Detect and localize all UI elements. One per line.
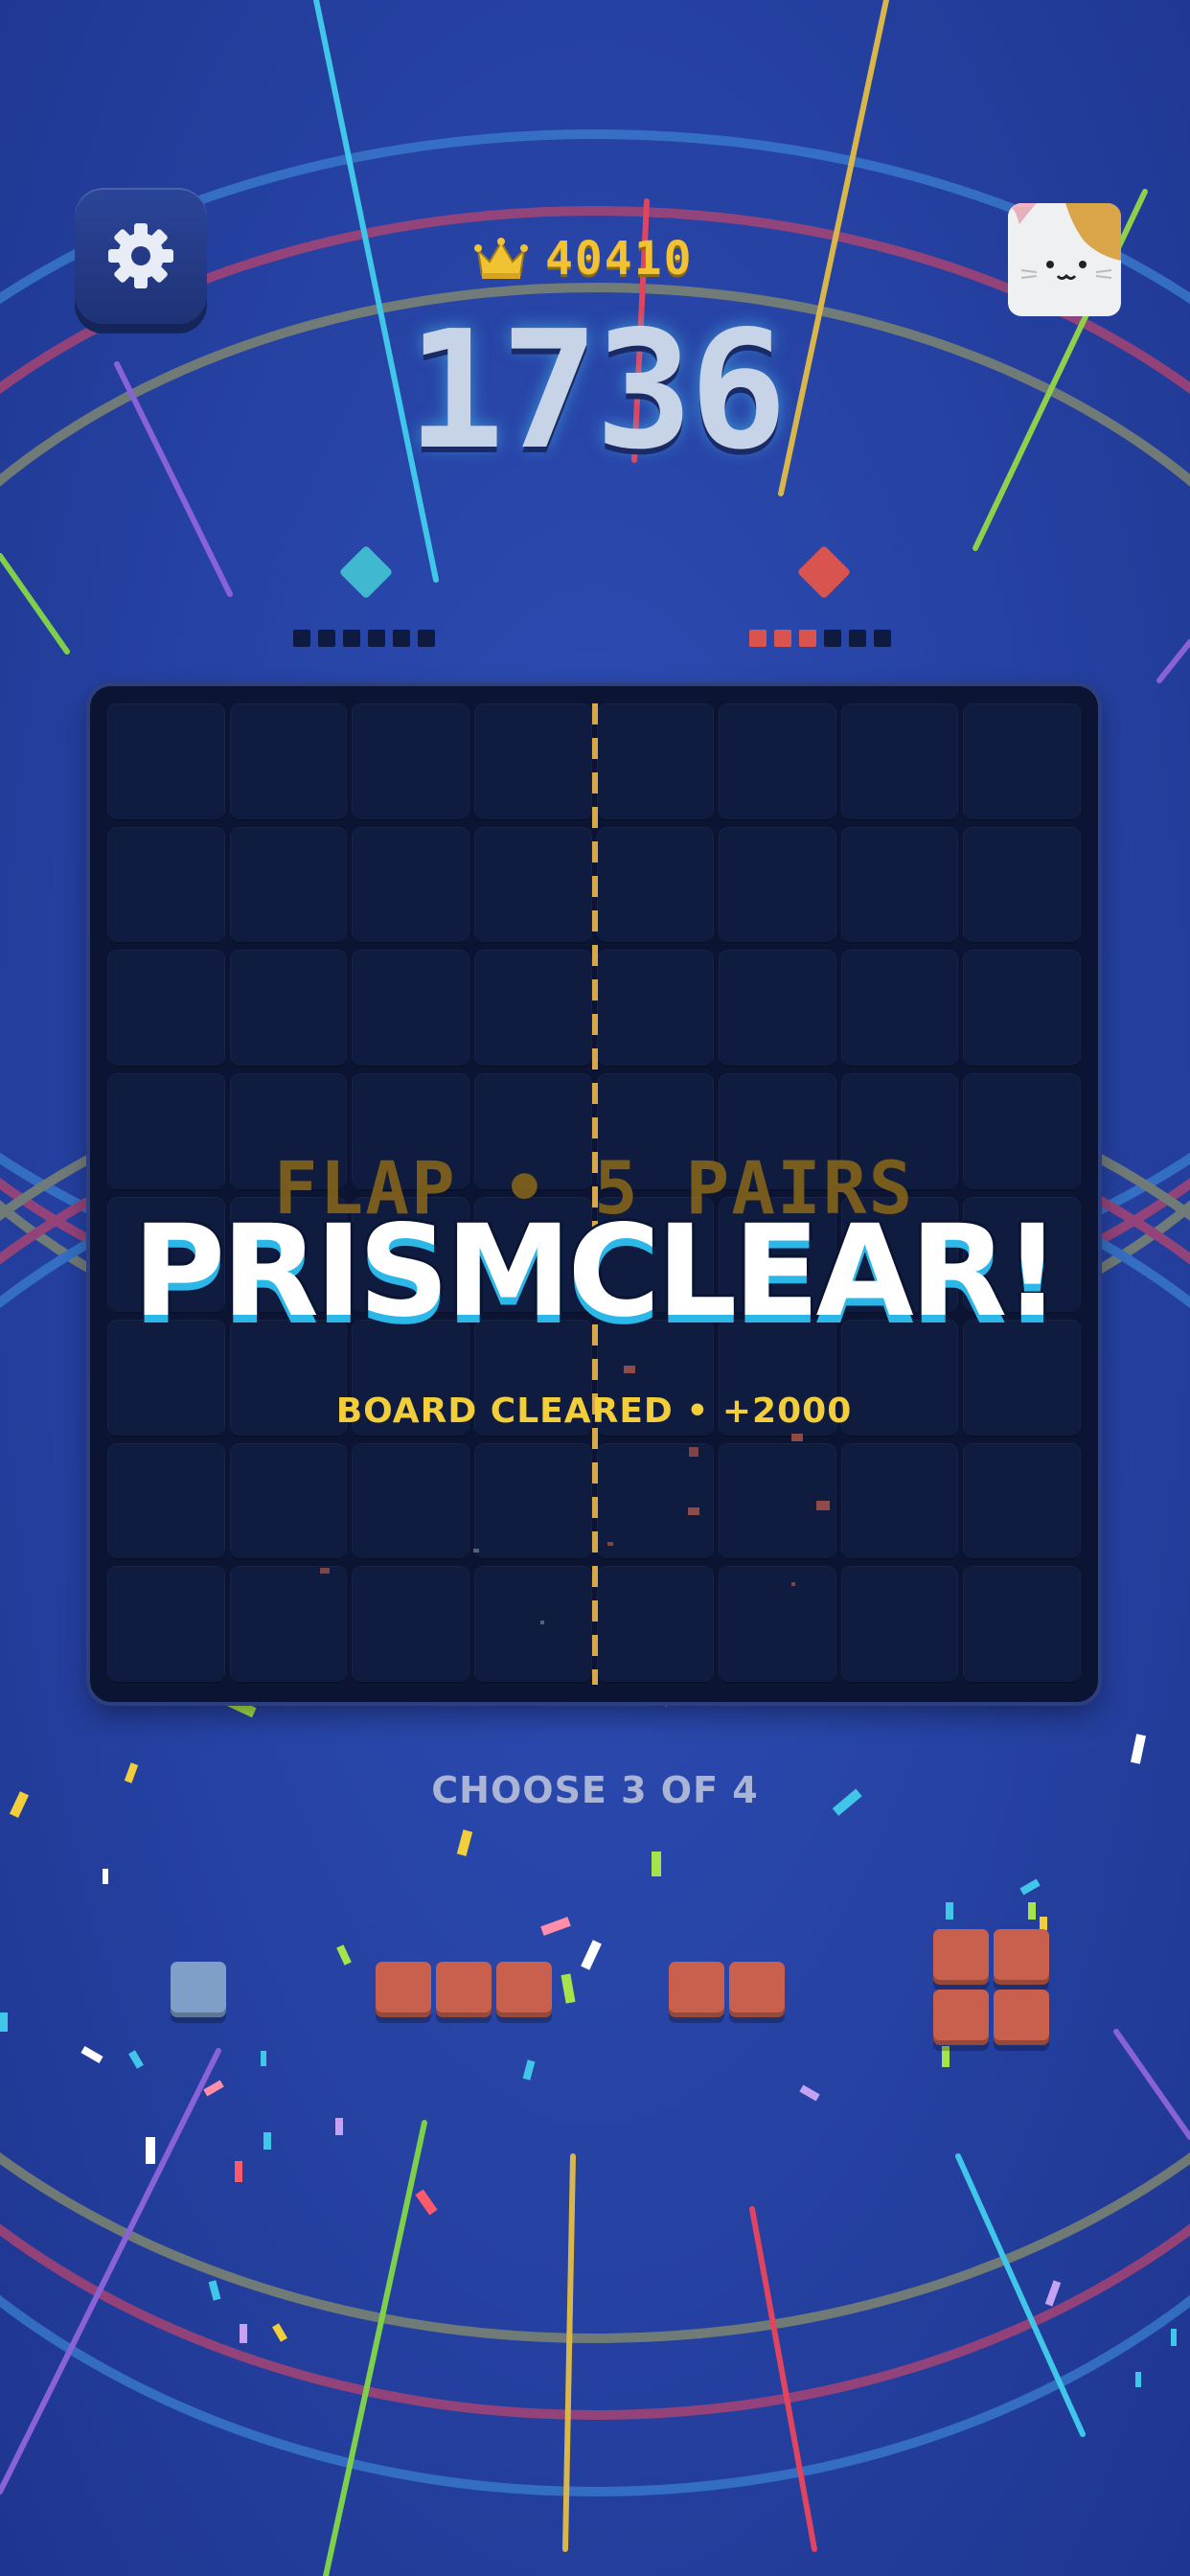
piece-block bbox=[933, 1929, 989, 1985]
progress-dot bbox=[824, 630, 841, 647]
board-cleared-bonus: BOARD CLEARED • +2000 bbox=[335, 1392, 853, 1431]
progress-dot bbox=[343, 630, 360, 647]
piece-block bbox=[994, 1990, 1049, 2045]
progress-dot bbox=[368, 630, 385, 647]
settings-button[interactable] bbox=[75, 188, 207, 324]
progress-dot bbox=[774, 630, 791, 647]
progress-dot bbox=[874, 630, 891, 647]
progress-dot bbox=[318, 630, 335, 647]
progress-dot bbox=[749, 630, 767, 647]
piece-block bbox=[171, 1962, 226, 2017]
progress-dot bbox=[393, 630, 410, 647]
piece-block bbox=[496, 1962, 552, 2017]
progress-dot bbox=[799, 630, 816, 647]
crown-icon bbox=[474, 238, 528, 279]
left-progress-dots bbox=[293, 630, 435, 647]
right-progress-dots bbox=[749, 630, 891, 647]
gear-icon bbox=[108, 223, 173, 288]
best-score-display: 40410 bbox=[474, 230, 723, 288]
piece-line-2-red[interactable] bbox=[669, 1962, 788, 2019]
piece-line-3-red[interactable] bbox=[376, 1962, 554, 2019]
piece-single-blue[interactable] bbox=[171, 1962, 228, 2019]
piece-block bbox=[933, 1990, 989, 2045]
avatar[interactable] bbox=[1008, 203, 1121, 316]
prism-clear-banner: PRISMCLEAR! bbox=[132, 1198, 1061, 1346]
progress-dot bbox=[293, 630, 310, 647]
piece-block bbox=[994, 1929, 1049, 1985]
piece-block bbox=[436, 1962, 492, 2017]
piece-block bbox=[729, 1962, 785, 2017]
progress-dot bbox=[849, 630, 866, 647]
piece-block bbox=[669, 1962, 724, 2017]
piece-square-2x2-red[interactable] bbox=[933, 1929, 1052, 2048]
current-score: 1736 bbox=[406, 296, 787, 486]
cat-avatar-icon bbox=[1008, 203, 1121, 316]
choose-instruction: CHOOSE 3 OF 4 bbox=[431, 1769, 759, 1811]
progress-dot bbox=[418, 630, 435, 647]
piece-block bbox=[376, 1962, 431, 2017]
best-score-value: 40410 bbox=[545, 232, 694, 286]
